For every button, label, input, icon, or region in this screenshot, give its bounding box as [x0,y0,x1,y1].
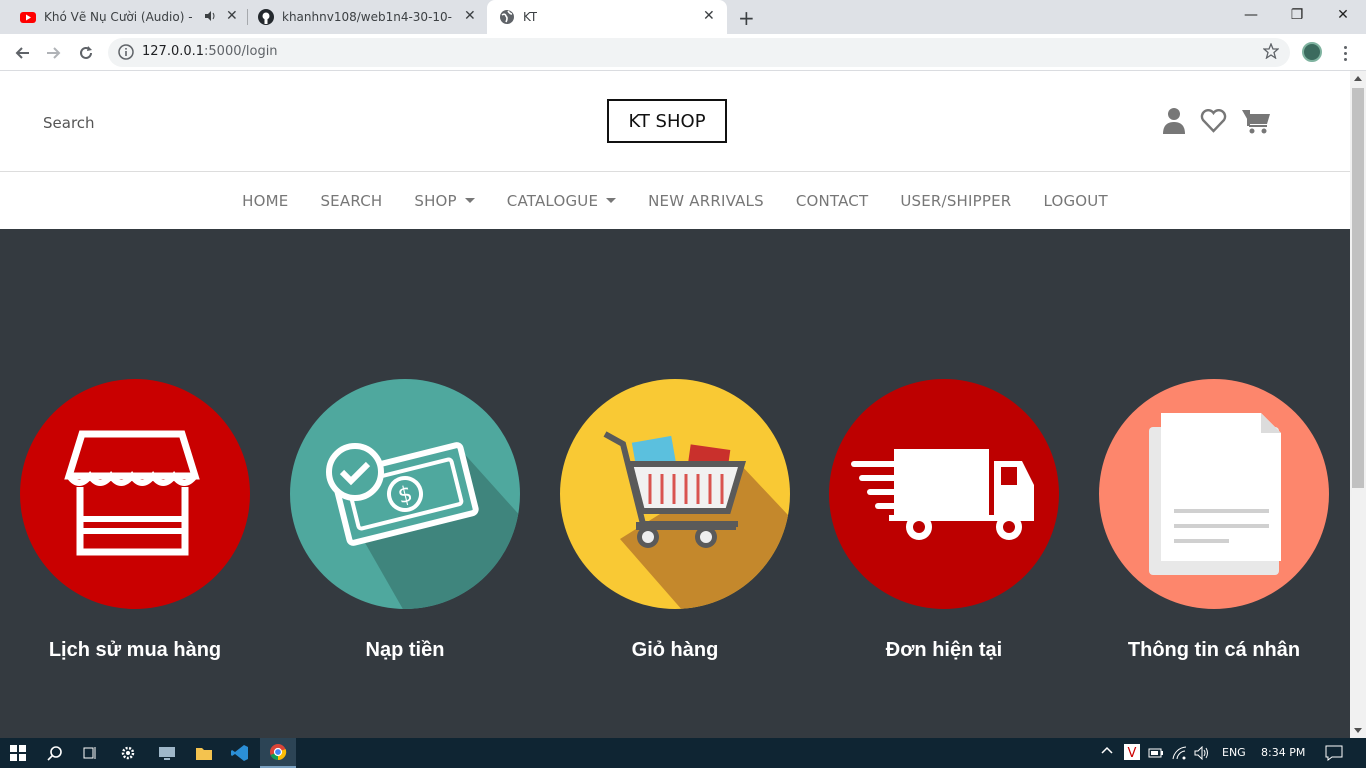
battery-icon[interactable] [1148,747,1164,762]
document-icon [1099,379,1329,609]
feature-label: Thông tin cá nhân [1127,639,1301,661]
browser-toolbar: 127.0.0.1:5000/login [0,34,1366,71]
close-tab-icon[interactable]: ✕ [703,8,715,24]
caret-down-icon [606,198,617,203]
chrome-menu-icon[interactable] [1337,44,1353,62]
close-window-button[interactable]: ✕ [1320,0,1366,30]
nav-shop[interactable]: SHOP [398,192,490,210]
nav-label: CONTACT [795,191,869,210]
windows-start-icon[interactable] [0,738,36,768]
clock[interactable]: 8:34 PM [1261,746,1305,759]
task-view-icon[interactable] [75,738,105,768]
nav-user-shipper[interactable]: USER/SHIPPER [884,192,1027,210]
user-icon[interactable] [1162,107,1186,139]
feature-label: Đơn hiện tại [885,639,1003,661]
volume-icon[interactable] [1194,745,1210,763]
heart-icon[interactable] [1200,109,1227,137]
tab-kt[interactable]: KT ✕ [487,0,727,34]
close-tab-icon[interactable]: ✕ [226,8,238,24]
vietkey-icon[interactable]: V [1124,744,1140,763]
caret-down-icon [464,198,475,203]
nav-label: CATALOGUE [506,191,599,210]
notification-icon[interactable] [1325,745,1343,764]
close-tab-icon[interactable]: ✕ [464,8,476,24]
tab-title: khanhnv108/web1n4-30-10-19 [282,10,452,24]
nav-logout[interactable]: LOGOUT [1027,192,1123,210]
truck-icon [829,379,1059,609]
money-icon: $ [290,379,520,609]
nav-label: USER/SHIPPER [900,191,1012,210]
url-text: 127.0.0.1:5000/login [142,44,278,59]
feature-current-order[interactable]: Đơn hiện tại [829,379,1059,662]
url-host: 127.0.0.1 [142,44,205,59]
cart-icon [560,379,790,609]
info-icon[interactable] [118,44,134,64]
feature-section: Lịch sử mua hàng $ Nạp tiền Giỏ hàng Đơn… [0,229,1350,738]
vscode-icon[interactable] [224,738,256,768]
feature-label: Nạp tiền [365,639,445,661]
nav-catalogue[interactable]: CATALOGUE [491,192,632,210]
new-tab-button[interactable]: + [738,6,755,30]
nav-home[interactable]: HOME [226,192,304,210]
tab-youtube[interactable]: Khó Vẽ Nụ Cười (Audio) - Đa ✕ [8,0,246,34]
reload-icon [80,46,92,59]
feature-personal-info[interactable]: Thông tin cá nhân [1099,379,1329,662]
header-search[interactable]: Search [43,114,95,132]
speaker-icon [204,10,216,25]
reload-button[interactable] [74,41,98,65]
tab-github[interactable]: khanhnv108/web1n4-30-10-19 ✕ [248,0,486,34]
feature-label: Giỏ hàng [631,639,719,661]
back-arrow-icon [15,47,29,59]
scroll-down-arrow-icon[interactable] [1354,728,1362,733]
nav-label: LOGOUT [1043,191,1108,210]
bookmark-star-icon[interactable] [1262,42,1280,63]
page-scrollbar[interactable] [1350,71,1366,738]
wifi-icon[interactable] [1172,746,1188,763]
nav-label: SHOP [414,191,457,210]
back-button[interactable] [10,41,34,65]
chrome-taskbar-icon[interactable] [260,738,296,768]
forward-button[interactable] [42,41,66,65]
feature-label: Lịch sử mua hàng [48,639,222,661]
tab-title: KT [523,10,538,24]
web-page: Search KT SHOP HOME SEARCH SHOP CATALOGU… [0,71,1350,738]
chevron-up-icon[interactable] [1101,745,1113,760]
nav-search[interactable]: SEARCH [304,192,398,210]
nav-new-arrivals[interactable]: NEW ARRIVALS [632,192,780,210]
file-explorer-icon[interactable] [188,738,220,768]
maximize-button[interactable]: ❐ [1274,0,1320,30]
store-icon [20,379,250,609]
minimize-button[interactable]: — [1228,0,1274,30]
forward-arrow-icon [47,47,61,59]
browser-tab-strip: Khó Vẽ Nụ Cười (Audio) - Đa ✕ khanhnv108… [0,0,1366,34]
svg-text:V: V [1128,746,1137,760]
nav-label: SEARCH [320,191,383,210]
tab-title: Khó Vẽ Nụ Cười (Audio) - Đa [44,10,192,24]
nav-contact[interactable]: CONTACT [780,192,885,210]
address-bar[interactable]: 127.0.0.1:5000/login [108,38,1290,67]
globe-icon [499,9,515,25]
youtube-icon [20,9,36,25]
site-logo[interactable]: KT SHOP [607,99,727,143]
profile-avatar[interactable] [1302,42,1322,62]
language-indicator[interactable]: ENG [1222,746,1246,759]
cart-icon[interactable] [1241,108,1271,138]
search-icon[interactable] [40,738,70,768]
scroll-up-arrow-icon[interactable] [1354,76,1362,81]
scrollbar-thumb[interactable] [1352,88,1364,488]
feature-top-up[interactable]: $ Nạp tiền [290,379,520,662]
url-path: :5000/login [204,44,278,59]
feature-cart[interactable]: Giỏ hàng [560,379,790,662]
nav-label: HOME [242,191,289,210]
windows-taskbar: V ENG 8:34 PM [0,738,1366,768]
feature-purchase-history[interactable]: Lịch sử mua hàng [20,379,250,662]
settings-gear-icon[interactable] [113,738,143,768]
github-icon [258,9,274,25]
main-nav: HOME SEARCH SHOP CATALOGUE NEW ARRIVALS … [0,172,1350,229]
nav-label: NEW ARRIVALS [648,191,764,210]
computer-icon[interactable] [150,738,184,768]
